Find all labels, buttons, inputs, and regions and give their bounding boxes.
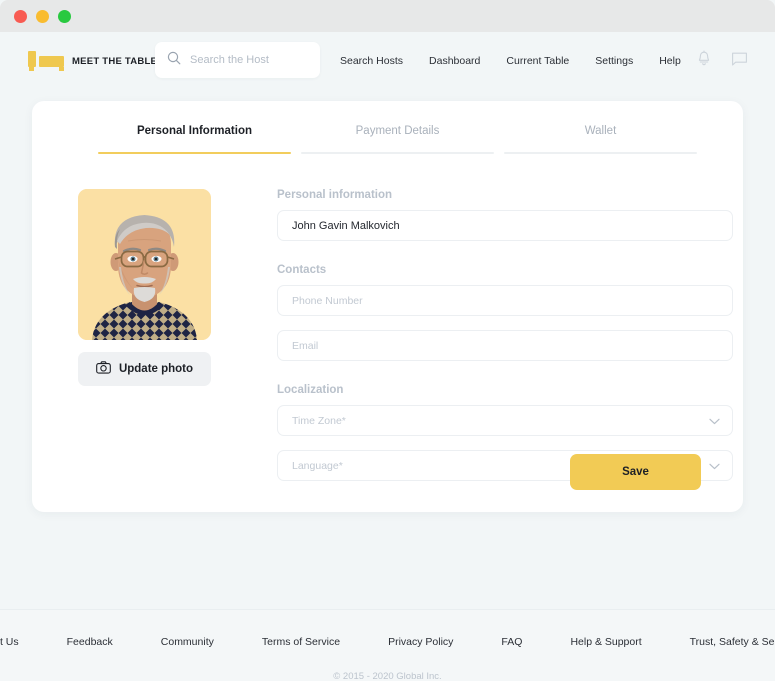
tab-wallet-underline: [504, 152, 697, 154]
primary-navigation: Search Hosts Dashboard Current Table Set…: [340, 55, 681, 67]
search-icon: [167, 51, 181, 70]
app-window: MEET THE TABLE Search the Host Search Ho…: [0, 0, 775, 681]
tab-personal-information-label: Personal Information: [136, 125, 253, 137]
search-input[interactable]: Search the Host: [155, 42, 320, 78]
tab-wallet[interactable]: Wallet: [499, 125, 702, 154]
header-action-icons: [696, 50, 748, 72]
update-photo-button[interactable]: Update photo: [78, 352, 211, 386]
update-photo-label: Update photo: [118, 363, 194, 375]
avatar: [78, 189, 211, 340]
section-label-contacts: Contacts: [277, 264, 327, 276]
search-placeholder: Search the Host: [190, 54, 269, 66]
footer-link-privacy-policy[interactable]: Privacy Policy: [388, 636, 453, 648]
tab-payment-details-label: Payment Details: [355, 125, 440, 137]
window-titlebar: [0, 0, 775, 32]
chat-icon[interactable]: [731, 51, 748, 72]
nav-item-dashboard[interactable]: Dashboard: [429, 55, 480, 67]
footer-link-trust-safety-security[interactable]: Trust, Safety & Security: [690, 636, 775, 648]
brand-name: MEET THE TABLE: [72, 55, 158, 67]
profile-form: Personal information John Gavin Malkovic…: [277, 189, 733, 495]
profile-photo-column: Update photo: [78, 189, 211, 386]
copyright-text: © 2015 - 2020 Global Inc.: [333, 671, 442, 681]
brand-logo[interactable]: MEET THE TABLE: [28, 51, 157, 71]
close-window-button[interactable]: [14, 10, 27, 23]
profile-tabs: Personal Information Payment Details Wal…: [93, 125, 703, 154]
maximize-window-button[interactable]: [58, 10, 71, 23]
nav-item-current-table[interactable]: Current Table: [506, 55, 569, 67]
phone-number-placeholder: Phone Number: [292, 294, 363, 307]
footer-link-community[interactable]: Community: [161, 636, 214, 648]
app-footer: About Us Feedback Community Terms of Ser…: [0, 610, 775, 681]
nav-item-help[interactable]: Help: [659, 55, 681, 67]
full-name-field[interactable]: John Gavin Malkovich: [277, 210, 733, 241]
bed-icon: [28, 51, 64, 71]
nav-item-search-hosts[interactable]: Search Hosts: [340, 55, 403, 67]
nav-item-settings[interactable]: Settings: [595, 55, 633, 67]
traffic-light-controls: [14, 10, 71, 23]
tab-wallet-label: Wallet: [584, 125, 617, 137]
email-field[interactable]: Email: [277, 330, 733, 361]
footer-link-terms-of-service[interactable]: Terms of Service: [262, 636, 340, 648]
tab-personal-information[interactable]: Personal Information: [93, 125, 296, 154]
full-name-value: John Gavin Malkovich: [292, 219, 400, 232]
camera-icon: [96, 361, 111, 377]
footer-link-help-support[interactable]: Help & Support: [570, 636, 641, 648]
tab-payment-details-underline: [301, 152, 494, 154]
footer-link-about-us[interactable]: About Us: [0, 636, 19, 648]
phone-number-field[interactable]: Phone Number: [277, 285, 733, 316]
profile-card: Personal Information Payment Details Wal…: [32, 101, 743, 512]
bell-icon[interactable]: [696, 50, 712, 72]
footer-link-feedback[interactable]: Feedback: [67, 636, 113, 648]
footer-link-faq[interactable]: FAQ: [501, 636, 522, 648]
time-zone-select[interactable]: Time Zone*: [277, 405, 733, 436]
tab-payment-details[interactable]: Payment Details: [296, 125, 499, 154]
app-header: MEET THE TABLE Search the Host Search Ho…: [0, 32, 775, 90]
section-label-localization: Localization: [277, 384, 344, 396]
section-label-personal-information: Personal information: [277, 189, 393, 201]
save-button[interactable]: Save: [570, 454, 701, 490]
language-placeholder: Language*: [292, 459, 343, 472]
minimize-window-button[interactable]: [36, 10, 49, 23]
time-zone-placeholder: Time Zone*: [292, 414, 346, 427]
footer-links: About Us Feedback Community Terms of Ser…: [0, 636, 775, 648]
chevron-down-icon: [709, 457, 720, 475]
tab-personal-information-underline: [98, 152, 291, 154]
email-placeholder: Email: [292, 339, 319, 352]
chevron-down-icon: [709, 412, 720, 430]
